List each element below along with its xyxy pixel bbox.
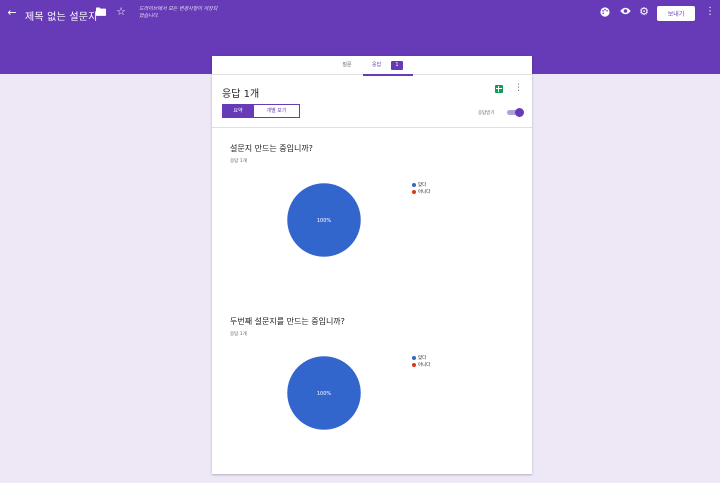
accepting-responses-toggle[interactable] xyxy=(506,108,524,117)
pie-chart: 100% xyxy=(286,182,362,258)
legend-item-yes[interactable]: 맞다 xyxy=(412,354,430,361)
folder-icon[interactable] xyxy=(94,7,108,21)
legend-label-no: 아니다 xyxy=(418,189,431,195)
legend-dot-yes xyxy=(412,355,416,360)
legend-label-yes: 맞다 xyxy=(418,182,427,188)
pie-chart: 100% xyxy=(286,355,362,431)
star-icon[interactable]: ☆ xyxy=(114,6,128,20)
tab-responses[interactable]: 응답 1 xyxy=(363,56,413,76)
gear-icon[interactable]: ⚙ xyxy=(637,6,651,20)
eye-icon[interactable] xyxy=(618,7,632,21)
question-summary: 설문지 만드는 중입니까? 응답 1개 100% 맞다 아니다 xyxy=(212,141,532,291)
save-status-note: 드라이브에서 모든 변경사항이 저장되었습니다. xyxy=(139,6,218,19)
legend-dot-no xyxy=(412,362,416,367)
palette-icon[interactable] xyxy=(598,7,612,21)
response-count-badge: 1 xyxy=(391,61,403,70)
question-title: 설문지 만드는 중입니까? xyxy=(230,144,313,153)
legend-dot-yes xyxy=(412,182,416,187)
legend-label-no: 아니다 xyxy=(418,362,431,368)
legend-label-yes: 맞다 xyxy=(418,355,427,361)
toggle-knob xyxy=(515,108,524,117)
question-response-count: 응답 1개 xyxy=(230,159,247,164)
more-vert-icon[interactable]: ⋮ xyxy=(705,6,715,20)
editor-tabs: 질문 응답 1 xyxy=(212,56,532,76)
pie-percent-label: 100% xyxy=(317,391,332,397)
form-title[interactable]: 제목 없는 설문지 xyxy=(25,8,98,23)
chart-legend: 맞다 아니다 xyxy=(412,354,430,368)
send-button[interactable]: 보내기 xyxy=(657,6,695,21)
divider xyxy=(212,127,532,128)
chart-legend: 맞다 아니다 xyxy=(412,181,430,195)
view-toggle: 요약 개별 보기 xyxy=(222,104,300,118)
summary-view-button[interactable]: 요약 xyxy=(222,104,254,118)
legend-item-yes[interactable]: 맞다 xyxy=(412,181,430,188)
question-title: 두번째 설문지를 만드는 중입니까? xyxy=(230,317,345,326)
question-summary: 두번째 설문지를 만드는 중입니까? 응답 1개 100% 맞다 아니다 xyxy=(212,314,532,464)
tab-questions-label: 질문 xyxy=(342,62,352,68)
active-tab-indicator xyxy=(363,74,413,76)
legend-dot-no xyxy=(412,189,416,194)
responses-card: 질문 응답 1 응답 1개 ⋮ 요약 개별 보기 응답받기 설문지 만드는 중입… xyxy=(212,56,532,474)
legend-item-no[interactable]: 아니다 xyxy=(412,188,430,195)
tab-responses-label: 응답 xyxy=(372,62,382,68)
sheets-icon[interactable] xyxy=(495,85,503,93)
more-vert-icon[interactable]: ⋮ xyxy=(514,83,523,93)
individual-view-button[interactable]: 개별 보기 xyxy=(254,104,300,118)
pie-percent-label: 100% xyxy=(317,218,332,224)
tab-questions[interactable]: 질문 xyxy=(332,56,362,75)
question-response-count: 응답 1개 xyxy=(230,332,247,337)
arrow-back-icon[interactable]: ← xyxy=(5,7,19,21)
accepting-responses-label: 응답받기 xyxy=(478,111,495,116)
responses-count-title: 응답 1개 xyxy=(222,89,260,100)
legend-item-no[interactable]: 아니다 xyxy=(412,361,430,368)
